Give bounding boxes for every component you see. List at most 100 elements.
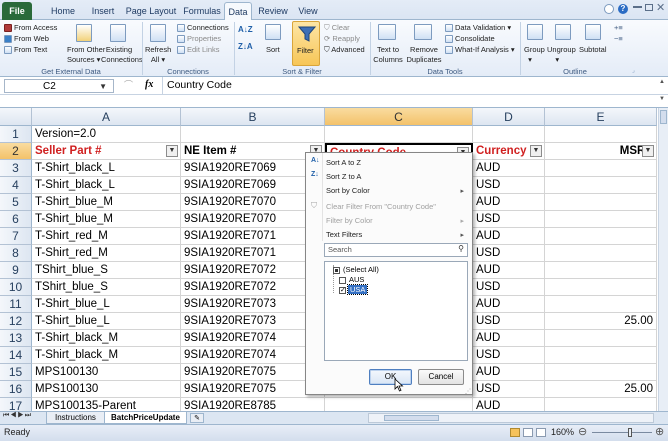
cell-d14[interactable]: USD <box>473 347 545 364</box>
cell-d16[interactable]: USD <box>473 381 545 398</box>
remove-duplicates-button[interactable]: Remove Duplicates <box>406 45 442 65</box>
cell-b13[interactable]: 9SIA1920RE7074 <box>181 330 325 347</box>
cell-d1[interactable] <box>473 126 545 143</box>
text-to-columns-button[interactable]: Text to Columns <box>373 45 403 65</box>
cell-b3[interactable]: 9SIA1920RE7069 <box>181 160 325 177</box>
cell-b4[interactable]: 9SIA1920RE7069 <box>181 177 325 194</box>
cell-b15[interactable]: 9SIA1920RE7075 <box>181 364 325 381</box>
cell-e14[interactable] <box>545 347 657 364</box>
column-header-a[interactable]: A <box>32 108 181 126</box>
cell-a15[interactable]: MPS100130 <box>32 364 181 381</box>
cell-e16[interactable]: 25.00 <box>545 381 657 398</box>
zoom-level[interactable]: 160% <box>551 427 574 437</box>
help-icon[interactable]: ? <box>618 4 628 14</box>
data-validation-button[interactable]: Data Validation ▾ <box>455 23 511 33</box>
from-text-button[interactable]: From Text <box>14 45 47 55</box>
formula-input[interactable]: Country Code <box>167 79 232 91</box>
sheet-tab-instructions[interactable]: Instructions <box>46 412 105 424</box>
zoom-slider[interactable] <box>592 432 652 433</box>
cell-b12[interactable]: 9SIA1920RE7073 <box>181 313 325 330</box>
cell-b16[interactable]: 9SIA1920RE7075 <box>181 381 325 398</box>
cell-a3[interactable]: T-Shirt_black_L <box>32 160 181 177</box>
hide-detail-icon[interactable]: −≡ <box>614 34 623 44</box>
cell-a5[interactable]: T-Shirt_blue_M <box>32 194 181 211</box>
cell-b2[interactable]: NE Item # ▼ <box>181 143 325 160</box>
row-header[interactable]: 4 <box>0 177 32 194</box>
sort-za-icon[interactable]: Z↓A <box>238 42 253 52</box>
cell-d4[interactable]: USD <box>473 177 545 194</box>
cell-d8[interactable]: USD <box>473 245 545 262</box>
show-detail-icon[interactable]: +≡ <box>614 23 623 33</box>
menu-text-filters[interactable]: Text Filters <box>326 229 362 241</box>
edit-links-button[interactable]: Edit Links <box>187 45 220 55</box>
aus-label[interactable]: AUS <box>349 275 364 284</box>
row-header[interactable]: 5 <box>0 194 32 211</box>
refresh-all-button[interactable]: Refresh All ▾ <box>145 45 171 65</box>
tab-file[interactable]: File <box>2 2 32 20</box>
cell-d9[interactable]: AUD <box>473 262 545 279</box>
aus-checkbox[interactable] <box>339 277 346 284</box>
row-header[interactable]: 11 <box>0 296 32 313</box>
cell-b5[interactable]: 9SIA1920RE7070 <box>181 194 325 211</box>
zoom-slider-thumb[interactable] <box>628 428 632 437</box>
cell-a10[interactable]: TShirt_blue_S <box>32 279 181 296</box>
filter-dropdown-button[interactable]: ▼ <box>530 145 542 157</box>
cell-e13[interactable] <box>545 330 657 347</box>
column-header-e[interactable]: E <box>545 108 657 126</box>
usa-checkbox[interactable]: ✓ <box>339 287 346 294</box>
dialog-launcher-icon[interactable]: ⌟ <box>632 66 635 76</box>
cell-a7[interactable]: T-Shirt_red_M <box>32 228 181 245</box>
cell-b10[interactable]: 9SIA1920RE7072 <box>181 279 325 296</box>
cell-d3[interactable]: AUD <box>473 160 545 177</box>
cell-b6[interactable]: 9SIA1920RE7070 <box>181 211 325 228</box>
column-header-b[interactable]: B <box>181 108 325 126</box>
cell-a1[interactable]: Version=2.0 <box>32 126 181 143</box>
cell-e1[interactable] <box>545 126 657 143</box>
row-header[interactable]: 15 <box>0 364 32 381</box>
row-header[interactable]: 6 <box>0 211 32 228</box>
menu-filter-by-color[interactable]: Filter by Color <box>326 215 373 227</box>
zoom-in-icon[interactable]: ⊕ <box>655 425 664 438</box>
formula-scroll-up-icon[interactable]: ▲ <box>659 79 665 85</box>
tab-data[interactable]: Data <box>224 2 252 20</box>
from-web-button[interactable]: From Web <box>14 34 49 44</box>
group-button[interactable]: Group ▾ <box>524 45 545 65</box>
menu-sort-by-color[interactable]: Sort by Color <box>326 185 466 197</box>
tab-insert[interactable]: Insert <box>86 2 120 20</box>
cell-d5[interactable]: AUD <box>473 194 545 211</box>
properties-button[interactable]: Properties <box>187 34 221 44</box>
cell-b14[interactable]: 9SIA1920RE7074 <box>181 347 325 364</box>
cell-a9[interactable]: TShirt_blue_S <box>32 262 181 279</box>
from-other-sources-button[interactable]: From Other Sources ▾ <box>67 45 105 65</box>
cell-d12[interactable]: USD <box>473 313 545 330</box>
column-header-c[interactable]: C <box>325 108 473 126</box>
resize-grip-icon[interactable]: ⋰ <box>465 388 471 395</box>
clear-filter-button[interactable]: ⛉ Clear <box>324 23 350 33</box>
cell-e5[interactable] <box>545 194 657 211</box>
cell-d15[interactable]: AUD <box>473 364 545 381</box>
h-scroll-thumb[interactable] <box>384 415 439 421</box>
reapply-button[interactable]: ⟳ Reapply <box>324 34 360 44</box>
advanced-filter-button[interactable]: ⛉ Advanced <box>324 45 365 55</box>
cell-a2[interactable]: Seller Part # ▼ <box>32 143 181 160</box>
cell-b8[interactable]: 9SIA1920RE7071 <box>181 245 325 262</box>
cell-e7[interactable] <box>545 228 657 245</box>
tab-review[interactable]: Review <box>256 2 290 20</box>
sort-button[interactable]: Sort <box>266 45 280 55</box>
cell-b7[interactable]: 9SIA1920RE7071 <box>181 228 325 245</box>
cell-d2[interactable]: Currency ▼ <box>473 143 545 160</box>
sheet-tab-batchpriceupdate[interactable]: BatchPriceUpdate <box>104 412 187 424</box>
tab-view[interactable]: View <box>294 2 322 20</box>
row-header[interactable]: 8 <box>0 245 32 262</box>
sheet-nav-arrows-icon[interactable]: ⏮◀▶⏭ <box>3 412 32 420</box>
select-all-checkbox[interactable] <box>333 267 340 274</box>
cell-e4[interactable] <box>545 177 657 194</box>
row-header[interactable]: 12 <box>0 313 32 330</box>
tab-formulas[interactable]: Formulas <box>180 2 224 20</box>
existing-connections-button[interactable]: Existing Connections <box>101 45 143 65</box>
cell-a12[interactable]: T-Shirt_blue_L <box>32 313 181 330</box>
consolidate-button[interactable]: Consolidate <box>455 34 495 44</box>
usa-label[interactable]: USA <box>346 284 369 295</box>
row-header[interactable]: 3 <box>0 160 32 177</box>
cell-e3[interactable] <box>545 160 657 177</box>
